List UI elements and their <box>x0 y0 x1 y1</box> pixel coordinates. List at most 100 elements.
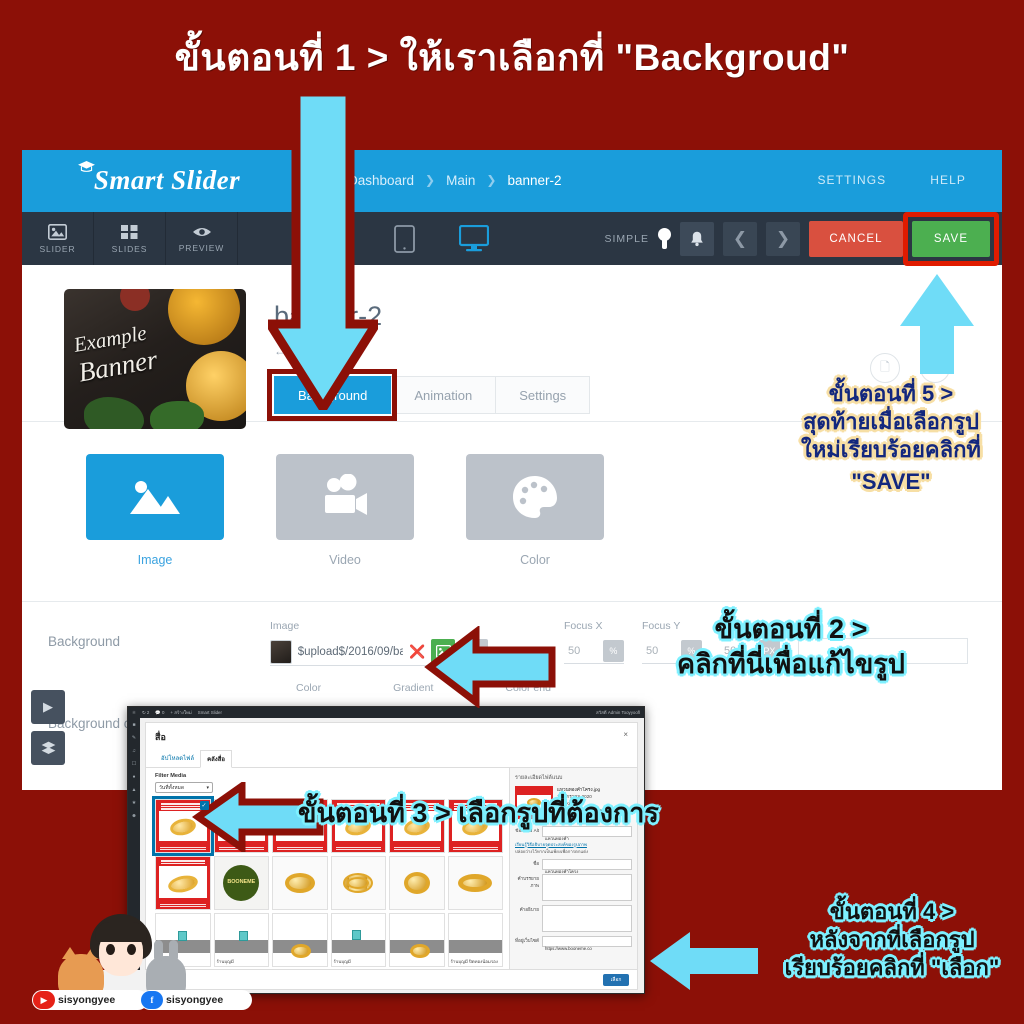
media-item[interactable] <box>389 913 445 967</box>
slide-thumbnail[interactable]: Example Banner <box>64 289 246 429</box>
media-item[interactable]: BOONEME <box>213 856 269 910</box>
save-button-wrapper: SAVE <box>903 211 999 266</box>
background-type-image[interactable]: Image <box>86 454 224 567</box>
toolbar-tab-slider[interactable]: SLIDER <box>22 212 94 265</box>
tab-animation[interactable]: Animation <box>391 376 497 414</box>
play-button[interactable]: ▶ <box>31 690 65 724</box>
app-toolbar: SLIDER SLIDES PREVIEW SIMPLE ❮ ❯ CANCEL … <box>22 210 1002 266</box>
media-item[interactable]: ✓ <box>152 796 214 856</box>
tablet-icon[interactable] <box>394 224 415 253</box>
clear-image-icon[interactable]: ❌ <box>409 644 425 660</box>
blur-field-group: 50 PX <box>720 620 798 688</box>
attachment-summary: แหวนทองคำโครง.jpg 13 มกราคม 2020 526 KB … <box>515 786 632 822</box>
background-section-label: Background <box>48 634 121 649</box>
media-item[interactable] <box>272 913 328 967</box>
focus-y-field-group: Focus Y 50 % <box>642 620 720 688</box>
toolbar-tab-slides[interactable]: SLIDES <box>94 212 166 265</box>
pages-icon[interactable]: ☐ <box>132 761 136 767</box>
layers-button[interactable] <box>31 731 65 765</box>
image-path-input[interactable]: $upload$/2016/09/bann <box>298 646 404 658</box>
description-input[interactable] <box>542 904 632 932</box>
lightbulb-icon[interactable] <box>658 227 671 250</box>
dashboard-icon[interactable]: ■ <box>132 722 135 728</box>
tab-upload-files[interactable]: อัปโหลดไฟล์ <box>155 750 200 768</box>
media-item[interactable] <box>389 856 445 910</box>
appearance-icon[interactable]: ▲ <box>132 787 137 793</box>
image-icon <box>130 481 180 514</box>
media-item[interactable]: ร้านบุญมี <box>330 913 386 967</box>
media-item[interactable] <box>330 856 386 910</box>
arrow-left-icon: ← <box>274 344 286 358</box>
breadcrumb-dashboard[interactable]: Dashboard <box>348 173 414 188</box>
cancel-button[interactable]: CANCEL <box>809 220 903 257</box>
save-button[interactable]: SAVE <box>912 220 990 257</box>
media-item[interactable] <box>272 856 328 910</box>
image-editor-button[interactable] <box>464 638 488 665</box>
next-slide-button[interactable]: ❯ <box>766 221 800 256</box>
toolbar-tab-preview[interactable]: PREVIEW <box>166 212 238 265</box>
help-link[interactable]: HELP <box>930 173 966 187</box>
media-item[interactable] <box>155 856 211 910</box>
breadcrumb-current: banner-2 <box>507 172 562 188</box>
mode-label: SIMPLE <box>604 232 649 245</box>
comments-icon[interactable]: ● <box>132 774 135 780</box>
media-item[interactable] <box>213 799 269 853</box>
caption-input[interactable] <box>542 873 632 901</box>
caption-label: คำบรรยายภาพ <box>517 875 539 888</box>
header-links: SETTINGS HELP <box>817 173 1002 187</box>
slide-info-section: Example Banner banner-2 ← Back to slider… <box>22 265 1002 429</box>
edit-image-link[interactable]: แก้ไขรูป <box>557 815 574 820</box>
tab-background[interactable]: Background <box>274 376 392 414</box>
extra-field-group <box>798 620 986 688</box>
url-value: https://www.booneme.co <box>545 945 592 951</box>
blur-input[interactable]: 50 <box>720 645 759 657</box>
device-switcher <box>394 212 489 265</box>
breadcrumb-main[interactable]: Main <box>446 173 475 188</box>
background-type-color[interactable]: Color <box>466 454 604 567</box>
media-item[interactable] <box>447 799 503 853</box>
image-icon <box>435 645 451 658</box>
media-icon[interactable]: ♫ <box>132 748 136 754</box>
filter-media-select[interactable]: วันที่ทั้งหมด ▾ <box>155 782 213 793</box>
alt-text-input[interactable]: แหวนทองคำ <box>542 825 632 841</box>
back-to-slider-link[interactable]: ← Back to slider <box>274 344 590 358</box>
focus-y-input[interactable]: 50 <box>642 645 681 657</box>
image-icon <box>48 223 67 240</box>
youtube-handle: sisyongyee <box>58 994 116 1006</box>
blur-unit: PX <box>758 639 780 662</box>
duplicate-slide-icon[interactable]: 🗋 <box>870 353 900 383</box>
posts-icon[interactable]: ✎ <box>132 735 136 741</box>
youtube-handle-pill[interactable]: ▶ sisyongyee <box>32 990 148 1010</box>
alt-text-label: ข้อความ Alt <box>515 827 539 833</box>
media-item[interactable]: ร้านบุญมี ปิดทองน้อมรอง <box>447 913 503 967</box>
desktop-icon[interactable] <box>459 225 489 252</box>
wp-howdy: สวัสดี Admin Tooyyoofl <box>595 710 640 715</box>
plugins-icon[interactable]: ★ <box>132 800 136 806</box>
attachment-filesize: 526 KB <box>557 801 573 807</box>
facebook-handle-pill[interactable]: f sisyongyee <box>140 990 252 1010</box>
users-icon[interactable]: ☻ <box>131 813 136 819</box>
selected-check-icon: ✓ <box>199 801 209 810</box>
slide-settings-icon[interactable]: ⚙ <box>920 353 950 383</box>
prev-slide-button[interactable]: ❮ <box>723 221 757 256</box>
media-item[interactable] <box>447 856 503 910</box>
focus-x-input[interactable]: 50 <box>564 645 603 657</box>
select-image-button[interactable]: เลือก <box>603 974 629 986</box>
tab-settings[interactable]: Settings <box>496 376 591 414</box>
url-input[interactable]: https://www.booneme.co <box>542 935 632 951</box>
choose-image-button[interactable] <box>431 638 455 665</box>
step4-line1: ขั้นตอนที่ 4 > <box>829 899 955 924</box>
notifications-button[interactable] <box>680 221 714 256</box>
media-item[interactable] <box>330 799 386 853</box>
youtube-icon: ▶ <box>33 991 55 1009</box>
smart-slider-app-window: Smart Slider Dashboard ❯ Main ❯ banner-2… <box>22 150 1002 790</box>
alt-help-link[interactable]: เรียนรู้วิธีอธิบายจุดประสงค์ของรูปภาพ <box>515 841 632 848</box>
tab-media-library[interactable]: คลังสื่อ <box>200 750 232 768</box>
background-type-video[interactable]: Video <box>276 454 414 567</box>
extra-field-input[interactable] <box>798 638 968 664</box>
media-item[interactable] <box>389 799 445 853</box>
settings-link[interactable]: SETTINGS <box>817 173 886 187</box>
close-icon[interactable]: × <box>623 730 628 739</box>
media-item[interactable] <box>272 799 328 853</box>
title-input[interactable]: แหวนทองคำโครง <box>542 858 632 874</box>
